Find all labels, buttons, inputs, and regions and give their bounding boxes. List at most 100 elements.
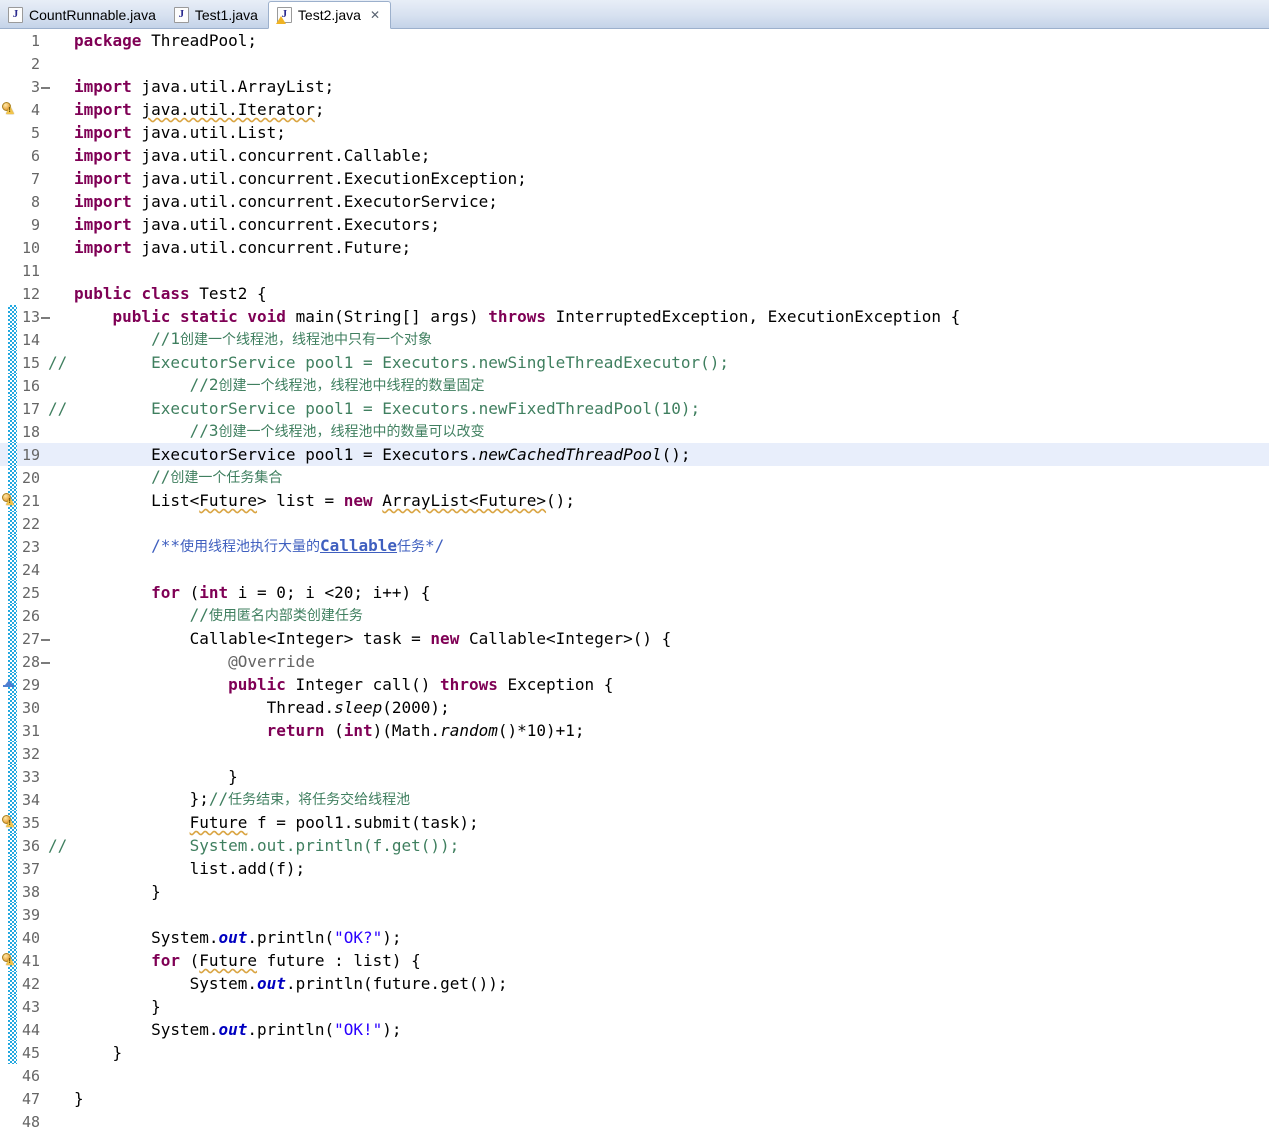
code-text[interactable]: //使用匿名内部类创建任务 bbox=[70, 603, 1269, 628]
code-line[interactable]: 8 import java.util.concurrent.ExecutorSer… bbox=[0, 190, 1269, 213]
code-text[interactable]: //1创建一个线程池，线程池中只有一个对象 bbox=[70, 327, 1269, 352]
code-line[interactable]: 11 bbox=[0, 259, 1269, 282]
code-line[interactable]: 6 import java.util.concurrent.Callable; bbox=[0, 144, 1269, 167]
code-line[interactable]: 27 Callable<Integer> task = new Callable… bbox=[0, 627, 1269, 650]
code-text[interactable]: for (int i = 0; i <20; i++) { bbox=[70, 581, 1269, 604]
code-line[interactable]: 33 } bbox=[0, 765, 1269, 788]
code-line[interactable]: 15// ExecutorService pool1 = Executors.n… bbox=[0, 351, 1269, 374]
code-line[interactable]: 46 bbox=[0, 1064, 1269, 1087]
code-line[interactable]: 10 import java.util.concurrent.Future; bbox=[0, 236, 1269, 259]
code-line[interactable]: 34 };//任务结束，将任务交给线程池 bbox=[0, 788, 1269, 811]
java-source-editor[interactable]: 1 package ThreadPool; 2 3 import java.util.… bbox=[0, 29, 1269, 1139]
code-text[interactable]: import java.util.concurrent.Future; bbox=[70, 236, 1269, 259]
warning-icon[interactable] bbox=[2, 102, 16, 116]
code-line[interactable]: 19 ExecutorService pool1 = Executors.new… bbox=[0, 443, 1269, 466]
code-text[interactable]: //3创建一个线程池，线程池中的数量可以改变 bbox=[70, 419, 1269, 444]
code-line[interactable]: 25 for (int i = 0; i <20; i++) { bbox=[0, 581, 1269, 604]
code-text[interactable]: public static void main(String[] args) t… bbox=[70, 305, 1269, 328]
code-text[interactable]: package ThreadPool; bbox=[70, 29, 1269, 52]
code-text[interactable]: return (int)(Math.random()*10)+1; bbox=[70, 719, 1269, 742]
code-line[interactable]: 44 System.out.println("OK!"); bbox=[0, 1018, 1269, 1041]
code-text[interactable]: @Override bbox=[70, 650, 1269, 673]
code-line[interactable]: 29 public Integer call() throws Exceptio… bbox=[0, 673, 1269, 696]
code-line[interactable]: 38 } bbox=[0, 880, 1269, 903]
code-text[interactable]: /**使用线程池执行大量的Callable任务*/ bbox=[70, 534, 1269, 559]
editor-tab-countrunnable-java[interactable]: CountRunnable.java bbox=[0, 1, 166, 28]
code-line[interactable]: 45 } bbox=[0, 1041, 1269, 1064]
code-text[interactable]: List<Future> list = new ArrayList<Future… bbox=[70, 489, 1269, 512]
code-text[interactable]: import java.util.concurrent.ExecutorServ… bbox=[70, 190, 1269, 213]
code-text[interactable]: System.out.println("OK?"); bbox=[70, 926, 1269, 949]
code-text[interactable]: System.out.println(f.get()); bbox=[70, 834, 1269, 857]
code-text[interactable]: //2创建一个线程池，线程池中线程的数量固定 bbox=[70, 373, 1269, 398]
code-text[interactable]: import java.util.concurrent.ExecutionExc… bbox=[70, 167, 1269, 190]
code-line[interactable]: 14 //1创建一个线程池，线程池中只有一个对象 bbox=[0, 328, 1269, 351]
code-text[interactable]: } bbox=[70, 1041, 1269, 1064]
code-line[interactable]: 31 return (int)(Math.random()*10)+1; bbox=[0, 719, 1269, 742]
code-text[interactable]: } bbox=[70, 995, 1269, 1018]
fold-collapse-icon[interactable] bbox=[41, 84, 50, 93]
code-line[interactable]: 13 public static void main(String[] args… bbox=[0, 305, 1269, 328]
code-text[interactable]: import java.util.concurrent.Callable; bbox=[70, 144, 1269, 167]
code-text[interactable]: System.out.println("OK!"); bbox=[70, 1018, 1269, 1041]
warning-icon[interactable] bbox=[2, 815, 16, 829]
code-line[interactable]: 35 Future f = pool1.submit(task); bbox=[0, 811, 1269, 834]
code-line[interactable]: 36// System.out.println(f.get()); bbox=[0, 834, 1269, 857]
code-text[interactable]: list.add(f); bbox=[70, 857, 1269, 880]
code-line[interactable]: 20 //创建一个任务集合 bbox=[0, 466, 1269, 489]
code-text[interactable] bbox=[70, 259, 1269, 282]
fold-collapse-icon[interactable] bbox=[41, 314, 50, 323]
code-text[interactable]: } bbox=[70, 1087, 1269, 1110]
code-text[interactable]: } bbox=[70, 880, 1269, 903]
code-text[interactable] bbox=[70, 512, 1269, 535]
code-line[interactable]: 5 import java.util.List; bbox=[0, 121, 1269, 144]
code-line[interactable]: 18 //3创建一个线程池，线程池中的数量可以改变 bbox=[0, 420, 1269, 443]
code-line[interactable]: 1 package ThreadPool; bbox=[0, 29, 1269, 52]
code-text[interactable]: public class Test2 { bbox=[70, 282, 1269, 305]
code-text[interactable] bbox=[70, 558, 1269, 581]
code-text[interactable]: //创建一个任务集合 bbox=[70, 465, 1269, 490]
editor-tab-test2-java[interactable]: Test2.java ✕ bbox=[267, 1, 392, 29]
code-text[interactable]: ExecutorService pool1 = Executors.newCac… bbox=[70, 443, 1269, 466]
code-text[interactable] bbox=[70, 1064, 1269, 1087]
code-line[interactable]: 16 //2创建一个线程池，线程池中线程的数量固定 bbox=[0, 374, 1269, 397]
code-text[interactable]: Callable<Integer> task = new Callable<In… bbox=[70, 627, 1269, 650]
code-line[interactable]: 26 //使用匿名内部类创建任务 bbox=[0, 604, 1269, 627]
warning-icon[interactable] bbox=[2, 493, 16, 507]
code-line[interactable]: 28 @Override bbox=[0, 650, 1269, 673]
code-line[interactable]: 40 System.out.println("OK?"); bbox=[0, 926, 1269, 949]
code-text[interactable]: import java.util.Iterator; bbox=[70, 98, 1269, 121]
fold-collapse-icon[interactable] bbox=[41, 636, 50, 645]
code-text[interactable]: ExecutorService pool1 = Executors.newSin… bbox=[70, 351, 1269, 374]
code-line[interactable]: 43 } bbox=[0, 995, 1269, 1018]
code-line[interactable]: 21 List<Future> list = new ArrayList<Fut… bbox=[0, 489, 1269, 512]
code-line[interactable]: 39 bbox=[0, 903, 1269, 926]
code-text[interactable]: public Integer call() throws Exception { bbox=[70, 673, 1269, 696]
code-line[interactable]: 3 import java.util.ArrayList; bbox=[0, 75, 1269, 98]
code-line[interactable]: 37 list.add(f); bbox=[0, 857, 1269, 880]
code-text[interactable]: Future f = pool1.submit(task); bbox=[70, 811, 1269, 834]
code-line[interactable]: 32 bbox=[0, 742, 1269, 765]
code-line[interactable]: 4import java.util.Iterator; bbox=[0, 98, 1269, 121]
code-line[interactable]: 42 System.out.println(future.get()); bbox=[0, 972, 1269, 995]
code-line[interactable]: 2 bbox=[0, 52, 1269, 75]
code-text[interactable]: };//任务结束，将任务交给线程池 bbox=[70, 787, 1269, 812]
code-line[interactable]: 12 public class Test2 { bbox=[0, 282, 1269, 305]
code-line[interactable]: 30 Thread.sleep(2000); bbox=[0, 696, 1269, 719]
code-text[interactable]: } bbox=[70, 765, 1269, 788]
code-text[interactable]: import java.util.concurrent.Executors; bbox=[70, 213, 1269, 236]
code-line[interactable]: 41 for (Future future : list) { bbox=[0, 949, 1269, 972]
editor-tab-test1-java[interactable]: Test1.java bbox=[166, 1, 268, 28]
code-text[interactable]: Thread.sleep(2000); bbox=[70, 696, 1269, 719]
code-text[interactable] bbox=[70, 903, 1269, 926]
close-icon[interactable]: ✕ bbox=[370, 8, 380, 22]
code-text[interactable] bbox=[70, 742, 1269, 765]
code-text[interactable] bbox=[70, 52, 1269, 75]
fold-collapse-icon[interactable] bbox=[41, 659, 50, 668]
code-line[interactable]: 24 bbox=[0, 558, 1269, 581]
code-line[interactable]: 47} bbox=[0, 1087, 1269, 1110]
code-line[interactable]: 22 bbox=[0, 512, 1269, 535]
warning-icon[interactable] bbox=[2, 953, 16, 967]
code-line[interactable]: 9 import java.util.concurrent.Executors; bbox=[0, 213, 1269, 236]
code-text[interactable]: import java.util.List; bbox=[70, 121, 1269, 144]
